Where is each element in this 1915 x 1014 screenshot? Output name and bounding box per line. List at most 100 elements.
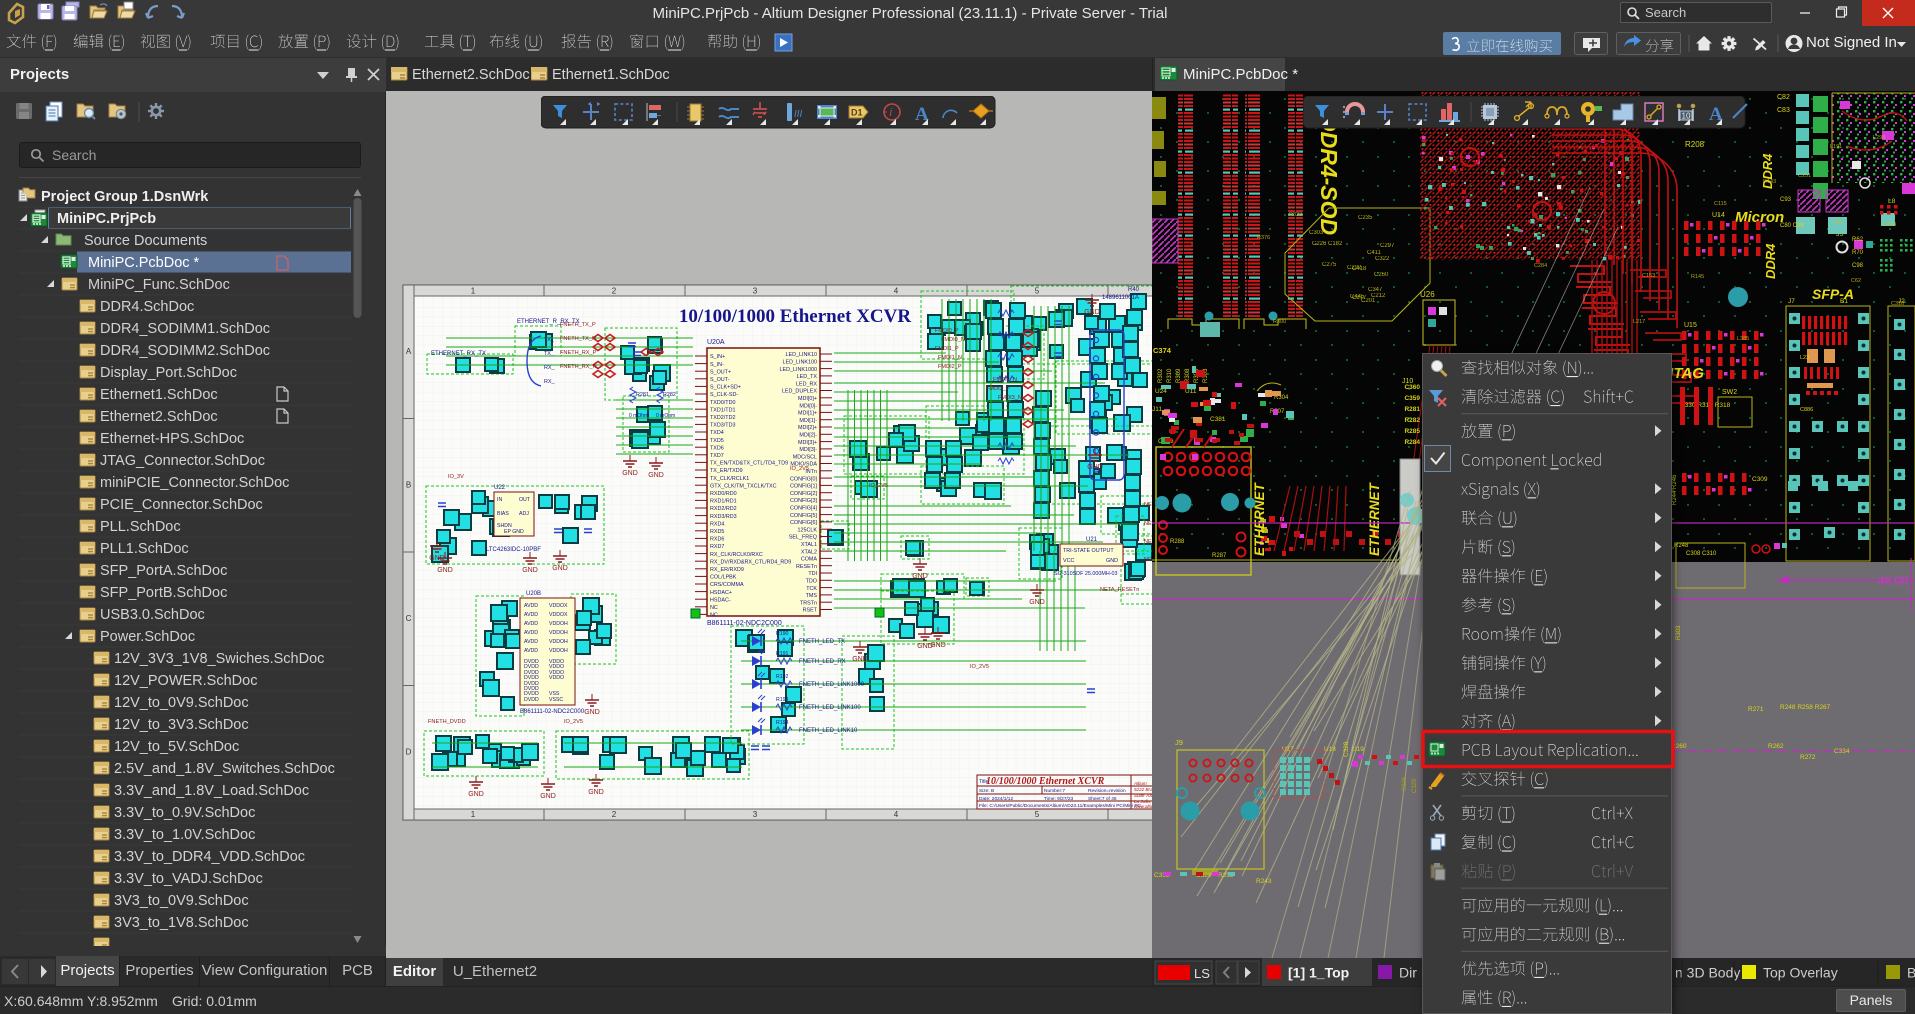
svg-text:R243: R243 (1256, 878, 1272, 885)
svg-text:L91: L91 (1834, 220, 1843, 226)
svg-text:MDC/SCL: MDC/SCL (793, 454, 817, 460)
svg-text:C309: C309 (1752, 476, 1768, 483)
svg-text:R193: R193 (776, 697, 789, 703)
svg-text:TXD2/TD2: TXD2/TD2 (710, 415, 735, 421)
svg-text:GND: GND (622, 470, 638, 477)
svg-text:R40: R40 (1128, 287, 1140, 293)
svg-text:5222 Brandin: 5222 Brandin (1134, 787, 1152, 792)
svg-text:IN: IN (497, 497, 502, 503)
svg-text:C886: C886 (1800, 407, 1813, 413)
svg-text:NETA_MDIO: NETA_MDIO (1144, 539, 1152, 545)
svg-text:MDI[0]+: MDI[0]+ (798, 396, 817, 402)
svg-text:U22: U22 (494, 485, 506, 491)
svg-text:L298: L298 (1873, 135, 1885, 141)
svg-text:FNETH_RX_N: FNETH_RX_N (560, 364, 597, 370)
svg-text:R262: R262 (1768, 743, 1784, 750)
svg-text:MDI[1]+: MDI[1]+ (798, 411, 817, 417)
svg-text:ETHERNET: ETHERNET (1367, 481, 1382, 556)
svg-text:FMDI0_N: FMDI0_N (941, 337, 965, 343)
svg-text:R145: R145 (1691, 274, 1704, 280)
svg-text:U11: U11 (1185, 388, 1197, 395)
svg-text:n 3D Body: n 3D Body (1675, 965, 1740, 981)
svg-text:RXD1/RD1: RXD1/RD1 (710, 499, 737, 505)
svg-text:R330 R317 R318: R330 R317 R318 (1680, 402, 1731, 409)
svg-text:FNETH_LED_TX: FNETH_LED_TX (799, 639, 845, 645)
svg-text:VSSC: VSSC (549, 697, 563, 703)
svg-text:OUT: OUT (519, 497, 531, 503)
svg-text:CONFIG[0]: CONFIG[0] (790, 476, 817, 482)
svg-text:1489611001A: 1489611001A (1102, 295, 1139, 301)
svg-text:C284: C284 (1534, 263, 1547, 269)
svg-text:R260: R260 (1671, 743, 1687, 750)
svg-text:CONFIG[5]: CONFIG[5] (790, 513, 817, 519)
svg-text:XTAL2: XTAL2 (801, 549, 817, 555)
svg-text:C98: C98 (1852, 263, 1864, 269)
svg-text:www.altium.com: www.altium.com (1134, 804, 1152, 809)
svg-text:LED_DUPLEX: LED_DUPLEX (782, 389, 817, 395)
svg-text:ADJ: ADJ (519, 511, 529, 517)
svg-text:HSDAC-: HSDAC- (710, 597, 731, 603)
svg-text:NETA_MDC: NETA_MDC (1144, 521, 1152, 527)
svg-text:FNETH_RX_P: FNETH_RX_P (560, 350, 597, 356)
svg-text:FMDI2_P: FMDI2_P (938, 364, 962, 370)
svg-text:MDI[3]+: MDI[3]+ (798, 440, 817, 446)
svg-text:TXD6: TXD6 (710, 445, 724, 451)
svg-text:D1: D1 (851, 108, 863, 118)
svg-text:TX_CLK/RCLK1: TX_CLK/RCLK1 (710, 476, 749, 482)
svg-text:VDDOH: VDDOH (549, 648, 568, 654)
svg-text:LED_LINK10: LED_LINK10 (786, 352, 817, 358)
svg-text:S_CLK+SD+: S_CLK+SD+ (710, 385, 741, 391)
svg-text:FNETH_LED_RX: FNETH_LED_RX (799, 659, 846, 665)
svg-text:5: 5 (1035, 287, 1040, 296)
svg-text:R288: R288 (1170, 539, 1185, 545)
svg-text:GND: GND (468, 791, 484, 798)
svg-text:Date: 2024/1/12: Date: 2024/1/12 (979, 796, 1013, 802)
svg-text:CONFIG[3]: CONFIG[3] (790, 498, 817, 504)
svg-text:III: III (794, 109, 803, 120)
svg-text:R190: R190 (776, 631, 789, 637)
svg-text:Bott: Bott (1907, 965, 1915, 981)
svg-text:C82: C82 (1777, 94, 1790, 101)
svg-text:IO_2V5: IO_2V5 (869, 483, 888, 489)
svg-text:TRSTn: TRSTn (800, 600, 817, 606)
svg-text:RXD5: RXD5 (710, 529, 724, 535)
svg-text:C334: C334 (1834, 748, 1850, 755)
svg-text:TRI-STATE OUTPUT: TRI-STATE OUTPUT (1063, 548, 1114, 554)
svg-text:TMS: TMS (806, 593, 818, 599)
svg-text:TX_ER/TXD9: TX_ER/TXD9 (710, 468, 743, 474)
svg-text:C308 C310: C308 C310 (1686, 551, 1717, 557)
svg-text:U24: U24 (1155, 388, 1167, 395)
svg-text:VCC: VCC (1063, 558, 1074, 564)
svg-text:AVDD: AVDD (524, 603, 538, 609)
svg-text:SG-310SDF 25.000MH-03: SG-310SDF 25.000MH-03 (1054, 571, 1118, 577)
svg-text:GND: GND (917, 643, 933, 650)
svg-text:C328: C328 (1343, 741, 1350, 757)
svg-text:AVDD: AVDD (524, 621, 538, 627)
svg-text:S_IN+: S_IN+ (710, 354, 725, 360)
svg-text:C212: C212 (1371, 293, 1386, 299)
svg-text:RX_DV/RXD&RX_CTL/RD4_RD9: RX_DV/RXD&RX_CTL/RD4_RD9 (710, 559, 791, 565)
svg-text:ETHERNET: ETHERNET (1252, 481, 1267, 556)
svg-text:C182: C182 (1328, 241, 1343, 247)
svg-text:C93: C93 (1780, 197, 1792, 203)
svg-text:RSET: RSET (803, 608, 818, 614)
svg-text:RXD6: RXD6 (710, 537, 724, 543)
svg-text:LED_LINK100: LED_LINK100 (783, 360, 817, 366)
svg-text:GND: GND (522, 567, 538, 574)
svg-text:GTX_CLK/TM_TXCLK/TXC: GTX_CLK/TM_TXCLK/TXC (710, 483, 777, 489)
svg-text:FMDI2_N: FMDI2_N (993, 377, 1017, 383)
svg-text:Size: B: Size: B (979, 788, 994, 794)
svg-text:A: A (406, 347, 412, 356)
svg-text:C297: C297 (1380, 243, 1395, 249)
svg-text:TX_: TX_ (544, 337, 555, 343)
svg-text:TXD5: TXD5 (710, 438, 724, 444)
svg-text:SW2: SW2 (1722, 389, 1737, 396)
svg-text:Altium: Altium (1133, 781, 1147, 786)
svg-text:IO_2V5: IO_2V5 (564, 719, 583, 725)
svg-text:NETA_RXTX: NETA_RXTX (1144, 502, 1152, 508)
svg-text:10/100/1000 Ethernet XCVR: 10/100/1000 Ethernet XCVR (679, 306, 911, 327)
svg-text:J10: J10 (1402, 378, 1413, 385)
svg-text:TXD1/TD1: TXD1/TD1 (710, 407, 735, 413)
svg-text:SEL_FREQ: SEL_FREQ (789, 535, 817, 541)
svg-text:Suite 700: Suite 700 (1134, 793, 1152, 798)
